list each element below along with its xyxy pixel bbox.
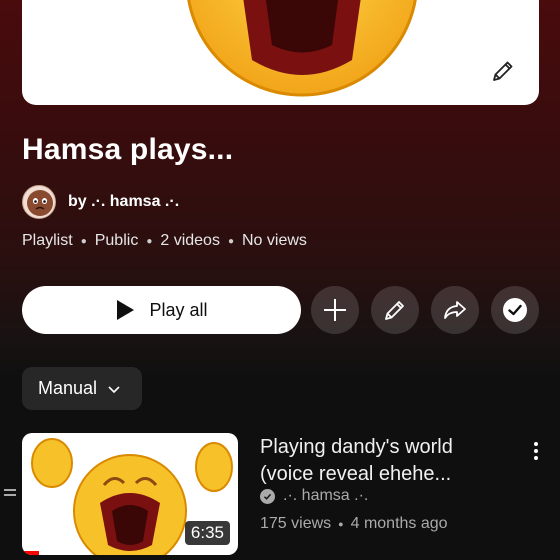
playlist-views: No views — [242, 232, 307, 249]
playlist-visibility: Public — [94, 232, 139, 249]
crying-emoji-image — [187, 0, 417, 97]
drag-handle-icon[interactable] — [4, 488, 16, 498]
share-button[interactable] — [431, 286, 479, 334]
avatar[interactable] — [22, 185, 56, 219]
video-age: 4 months ago — [350, 515, 448, 532]
video-duration: 6:35 — [184, 521, 230, 545]
video-thumbnail[interactable]: 6:35 — [22, 433, 238, 555]
playlist-type: Playlist — [22, 232, 73, 249]
play-all-label: Play all — [149, 299, 208, 320]
share-icon — [444, 301, 466, 319]
plus-icon — [324, 299, 346, 321]
playlist-meta: Playlist ● Public ● 2 videos ● No views — [22, 232, 307, 250]
playlist-title: Hamsa plays... — [22, 133, 234, 166]
more-options-icon[interactable] — [528, 440, 544, 462]
separator-dot: ● — [80, 235, 87, 247]
watch-progress-bar — [22, 551, 40, 555]
play-all-button[interactable]: Play all — [22, 286, 301, 334]
play-icon — [117, 300, 135, 320]
check-icon — [503, 298, 527, 322]
video-stats: 175 views ● 4 months ago — [260, 515, 448, 533]
separator-dot: ● — [338, 519, 344, 529]
playlist-owner[interactable]: by .·. hamsa .·. — [22, 185, 179, 219]
verified-badge-icon — [260, 488, 275, 504]
video-title[interactable]: Playing dandy's world (voice reveal eheh… — [260, 434, 508, 488]
separator-dot: ● — [227, 235, 234, 247]
video-channel[interactable]: .·. hamsa .·. — [260, 487, 368, 505]
add-to-playlist-button[interactable] — [311, 286, 359, 334]
chevron-down-icon — [108, 385, 120, 393]
video-views: 175 views — [260, 515, 332, 532]
owner-name[interactable]: by .·. hamsa .·. — [68, 193, 179, 211]
edit-playlist-button[interactable] — [371, 286, 419, 334]
avatar-face-icon — [27, 190, 53, 216]
video-channel-name[interactable]: .·. hamsa .·. — [283, 487, 368, 505]
save-playlist-button[interactable] — [491, 286, 539, 334]
pencil-icon — [385, 301, 404, 320]
sort-dropdown[interactable]: Manual — [22, 367, 142, 410]
separator-dot: ● — [146, 235, 153, 247]
playlist-video-count: 2 videos — [160, 232, 220, 249]
sort-selected-label: Manual — [38, 378, 98, 398]
edit-cover-pencil-icon[interactable] — [489, 57, 517, 85]
playlist-cover[interactable] — [22, 0, 539, 105]
